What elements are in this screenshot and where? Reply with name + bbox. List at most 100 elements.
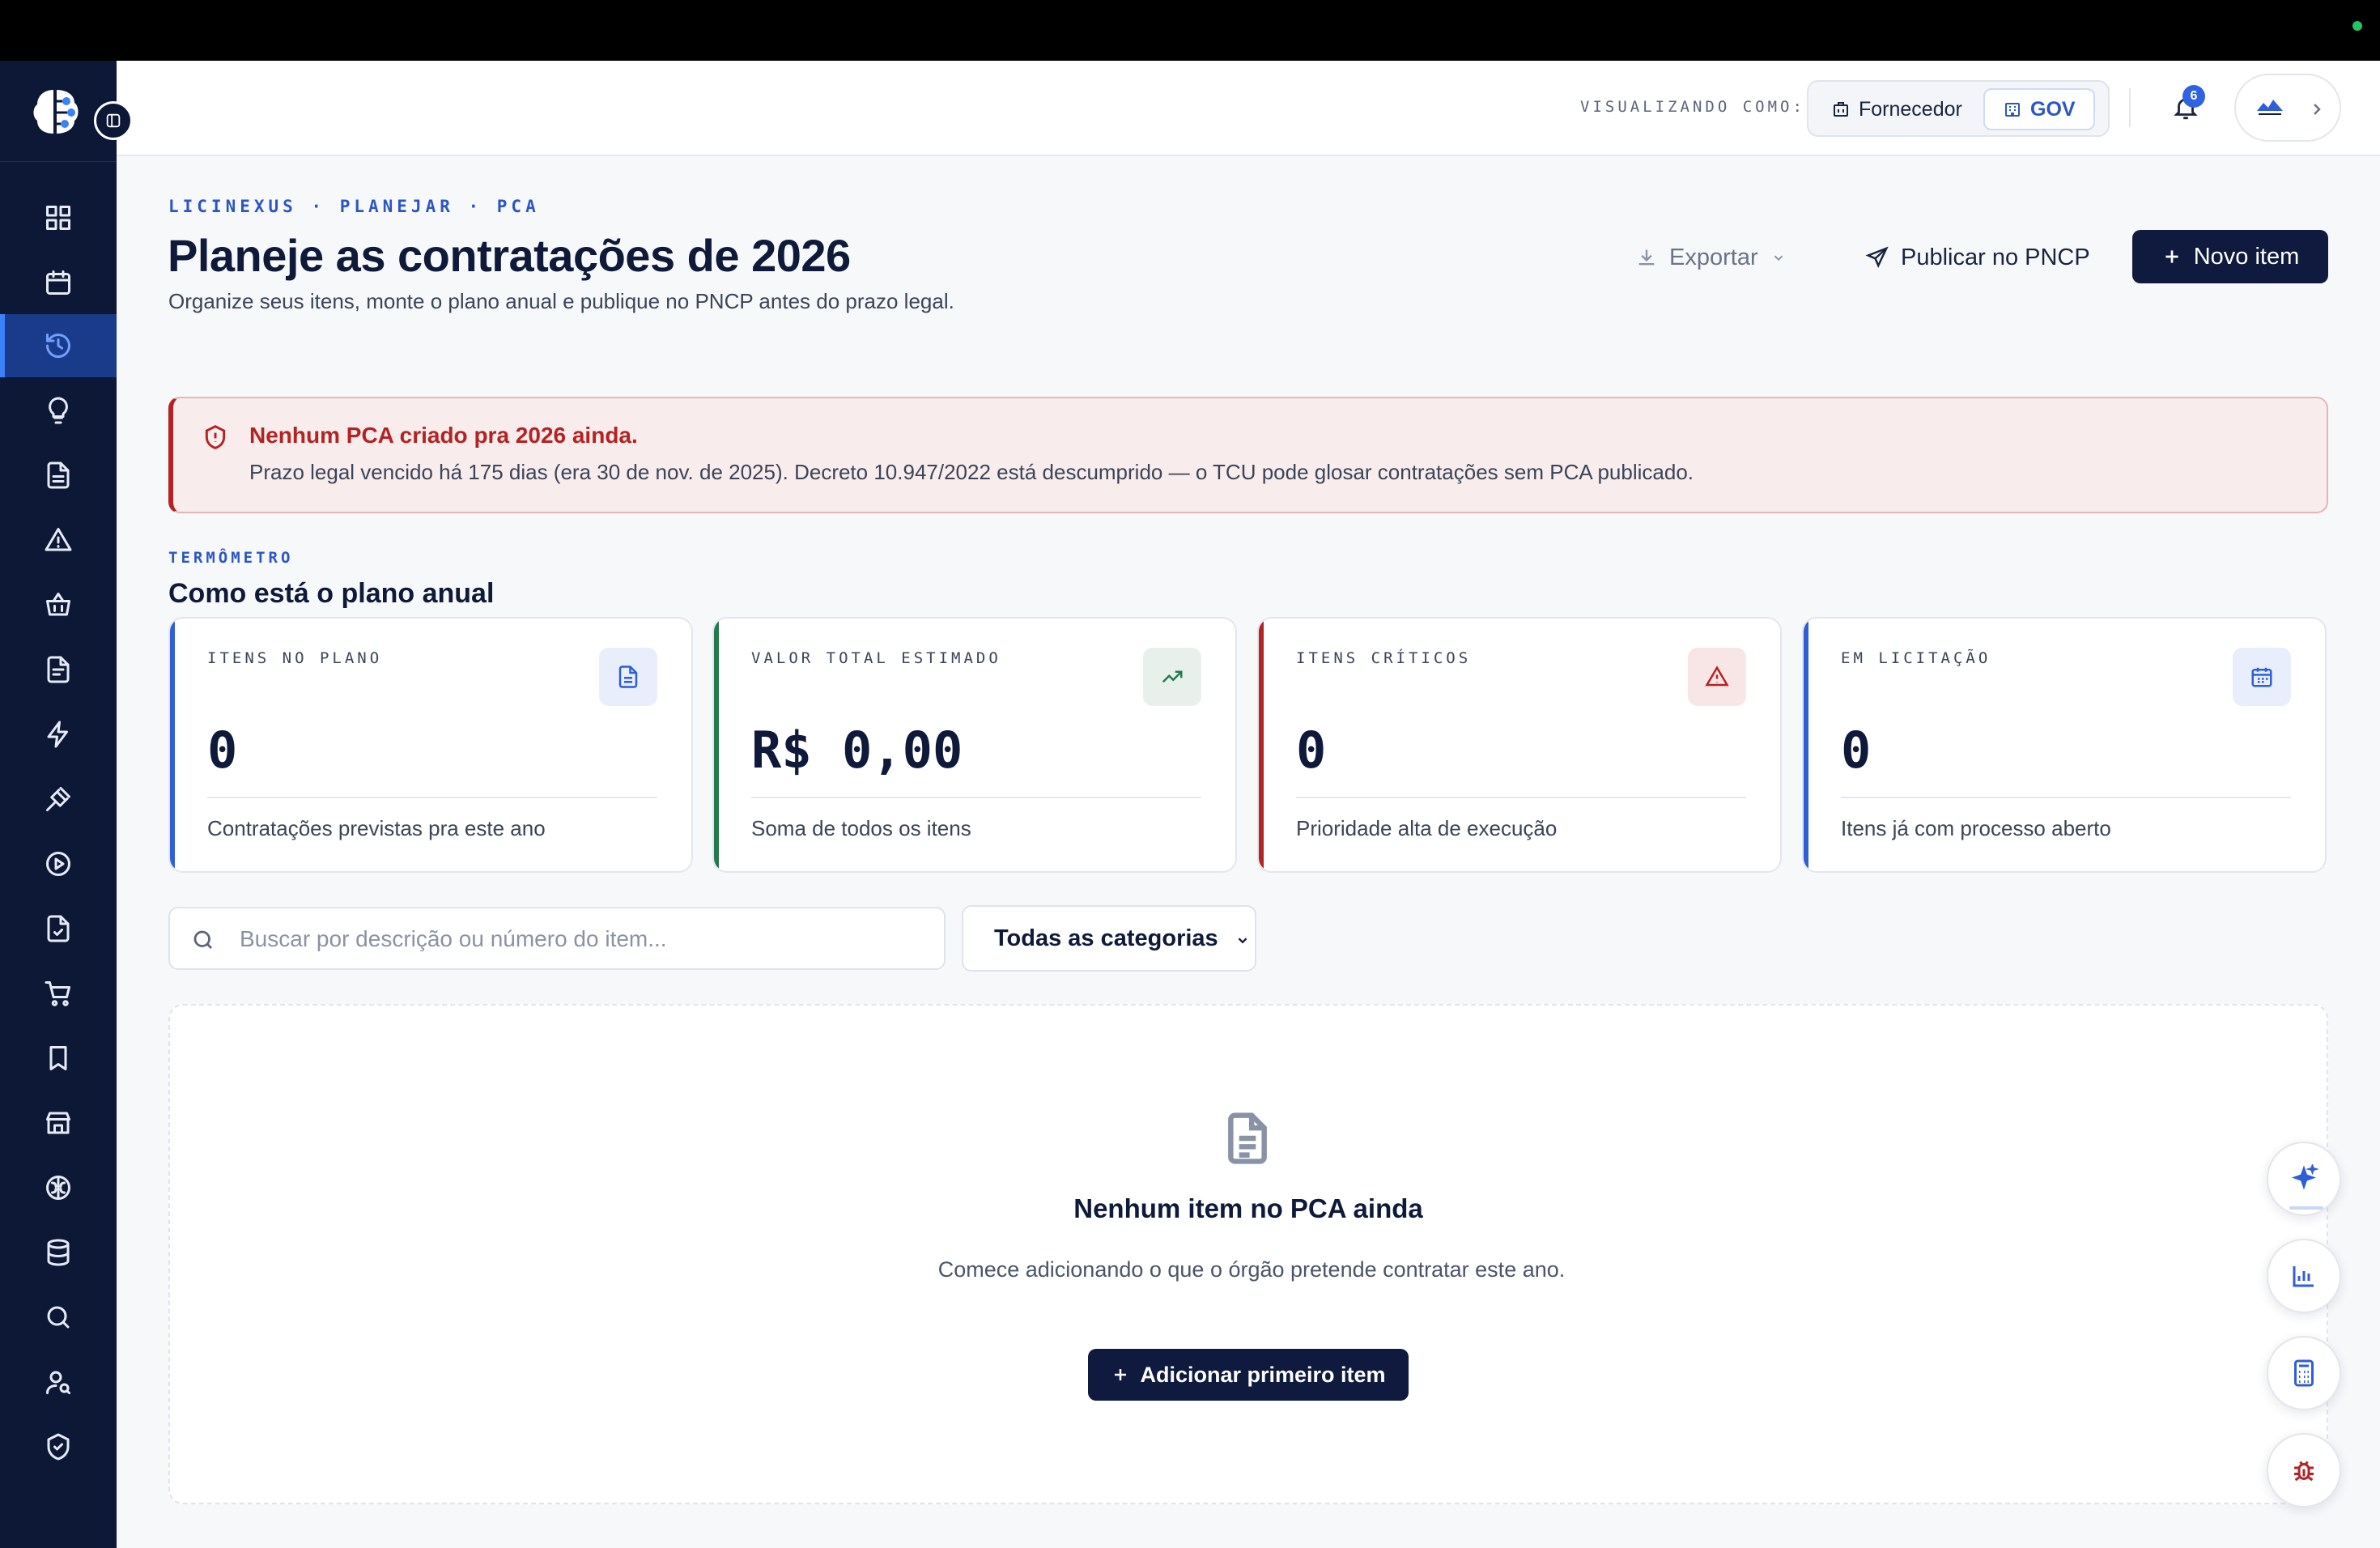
sidebar-item-alerts[interactable] <box>0 508 117 572</box>
view-toggle: Fornecedor GOV <box>1807 80 2110 137</box>
add-first-item-label: Adicionar primeiro item <box>1140 1362 1386 1387</box>
store-icon <box>46 1112 70 1134</box>
notification-count-badge: 6 <box>2182 85 2205 108</box>
sidebar-item-files[interactable] <box>0 638 117 701</box>
empty-state: Nenhum item no PCA ainda Comece adiciona… <box>168 1004 2328 1504</box>
stat-card-items: ITENS NO PLANO 0 Contratações previstas … <box>168 617 693 873</box>
view-as-label: VISUALIZANDO COMO: <box>1580 98 1805 116</box>
pca-missing-alert: Nenhum PCA criado pra 2026 ainda. Prazo … <box>168 397 2328 513</box>
gavel-icon <box>46 787 70 811</box>
view-option-fornecedor[interactable]: Fornecedor <box>1813 88 1980 130</box>
section-title: Como está o plano anual <box>168 578 495 609</box>
top-header: VISUALIZANDO COMO: Fornecedor GOV 6 <box>117 61 2380 156</box>
stat-value: 0 <box>207 721 238 780</box>
card-accent-bar <box>1804 619 1808 871</box>
empty-document-icon <box>1228 1112 1267 1164</box>
export-button[interactable]: Exportar <box>1635 238 1787 277</box>
stat-value: 0 <box>1841 721 1872 780</box>
bar-chart-icon <box>2293 1266 2314 1287</box>
sidebar-item-search[interactable] <box>0 1286 117 1349</box>
stat-card-bidding: EM LICITAÇÃO 0 Itens já com processo abe… <box>1802 617 2327 873</box>
section-kicker: TERMÔMETRO <box>168 549 294 567</box>
sidebar-item-cart[interactable] <box>0 962 117 1025</box>
dashboard-icon <box>46 206 70 230</box>
search-input[interactable] <box>240 920 920 959</box>
stat-description: Soma de todos os itens <box>751 816 971 840</box>
stat-icon-box <box>1688 648 1746 706</box>
sidebar-item-saved[interactable] <box>0 1027 117 1090</box>
sidebar-item-database[interactable] <box>0 1221 117 1284</box>
report-bug-button[interactable] <box>2267 1433 2341 1508</box>
stat-value: 0 <box>1296 721 1327 780</box>
sidebar-item-documents[interactable] <box>0 444 117 507</box>
lightbulb-icon <box>49 397 68 424</box>
user-search-icon <box>46 1371 70 1394</box>
sidebar-item-compliance[interactable] <box>0 1415 117 1478</box>
card-accent-bar <box>1259 619 1264 871</box>
card-accent-bar <box>714 619 719 871</box>
search-box <box>168 907 946 970</box>
stat-divider <box>751 797 1201 798</box>
stat-icon-box <box>2233 648 2291 706</box>
stat-description: Itens já com processo aberto <box>1841 816 2111 840</box>
sidebar-item-ai[interactable] <box>0 1156 117 1219</box>
new-item-button[interactable]: Novo item <box>2132 230 2328 283</box>
analytics-button[interactable] <box>2267 1239 2341 1313</box>
empty-state-description: Comece adicionando o que o órgão pretend… <box>937 1257 1566 1282</box>
alert-triangle-icon <box>1705 666 1729 687</box>
organization-logo <box>2257 100 2283 115</box>
sidebar-item-quick[interactable] <box>0 703 117 766</box>
sidebar-item-suppliers[interactable] <box>0 1091 117 1155</box>
stat-label: VALOR TOTAL ESTIMADO <box>751 649 1001 667</box>
sidebar-item-auctions[interactable] <box>0 768 117 831</box>
download-icon <box>1638 249 1655 266</box>
profile-menu-button[interactable] <box>2234 74 2341 142</box>
alert-triangle-icon <box>45 528 72 551</box>
calculator-button[interactable] <box>2267 1336 2341 1410</box>
sidebar-item-contracts[interactable] <box>0 897 117 960</box>
file-text-icon <box>47 656 70 683</box>
card-accent-bar <box>170 619 175 871</box>
view-option-gov[interactable]: GOV <box>1983 88 2095 130</box>
document-icon <box>618 666 638 688</box>
header-divider <box>2129 88 2131 127</box>
stat-description: Prioridade alta de execução <box>1296 816 1558 840</box>
search-icon <box>47 1306 70 1329</box>
sidebar-divider <box>0 161 117 162</box>
sidebar-item-users[interactable] <box>0 1350 117 1414</box>
app-logo-icon[interactable] <box>29 83 86 140</box>
sidebar-item-media[interactable] <box>0 832 117 895</box>
cart-icon <box>45 981 70 1006</box>
document-icon <box>47 461 70 489</box>
bug-icon <box>2294 1461 2314 1482</box>
sidebar-item-calendar[interactable] <box>0 251 117 314</box>
stat-divider <box>1841 797 2291 798</box>
government-building-icon <box>2005 103 2020 117</box>
alert-title: Nenhum PCA criado pra 2026 ainda. <box>249 423 638 448</box>
database-icon <box>47 1239 70 1266</box>
sidebar-item-dashboard[interactable] <box>0 186 117 249</box>
ai-assistant-button[interactable] <box>2267 1142 2341 1216</box>
stat-value: R$ 0,00 <box>751 721 963 780</box>
chevron-right-icon <box>2314 104 2321 115</box>
breadcrumb: LICINEXUS · PLANEJAR · PCA <box>168 197 540 216</box>
sidebar-item-ideas[interactable] <box>0 379 117 442</box>
history-icon <box>46 334 70 359</box>
sidebar-collapse-button[interactable] <box>94 101 133 140</box>
export-label: Exportar <box>1669 244 1758 270</box>
stat-divider <box>207 797 657 798</box>
add-first-item-button[interactable]: Adicionar primeiro item <box>1088 1349 1409 1401</box>
category-select-value: Todas as categorias <box>994 925 1218 951</box>
sidebar-item-pca[interactable] <box>0 314 117 377</box>
sidebar-item-purchases[interactable] <box>0 573 117 636</box>
building-icon <box>1834 102 1848 117</box>
stat-card-critical: ITENS CRÍTICOS 0 Prioridade alta de exec… <box>1257 617 1782 873</box>
bookmark-icon <box>49 1046 67 1070</box>
stat-label: ITENS CRÍTICOS <box>1296 649 1472 667</box>
category-select[interactable]: Todas as categorias <box>962 905 1256 972</box>
stat-label: ITENS NO PLANO <box>207 649 383 667</box>
shield-alert-icon <box>205 425 226 449</box>
basket-icon <box>46 593 70 616</box>
page-title: Planeje as contratações de 2026 <box>168 230 851 281</box>
publish-pncp-button[interactable]: Publicar no PNCP <box>1865 238 2090 277</box>
